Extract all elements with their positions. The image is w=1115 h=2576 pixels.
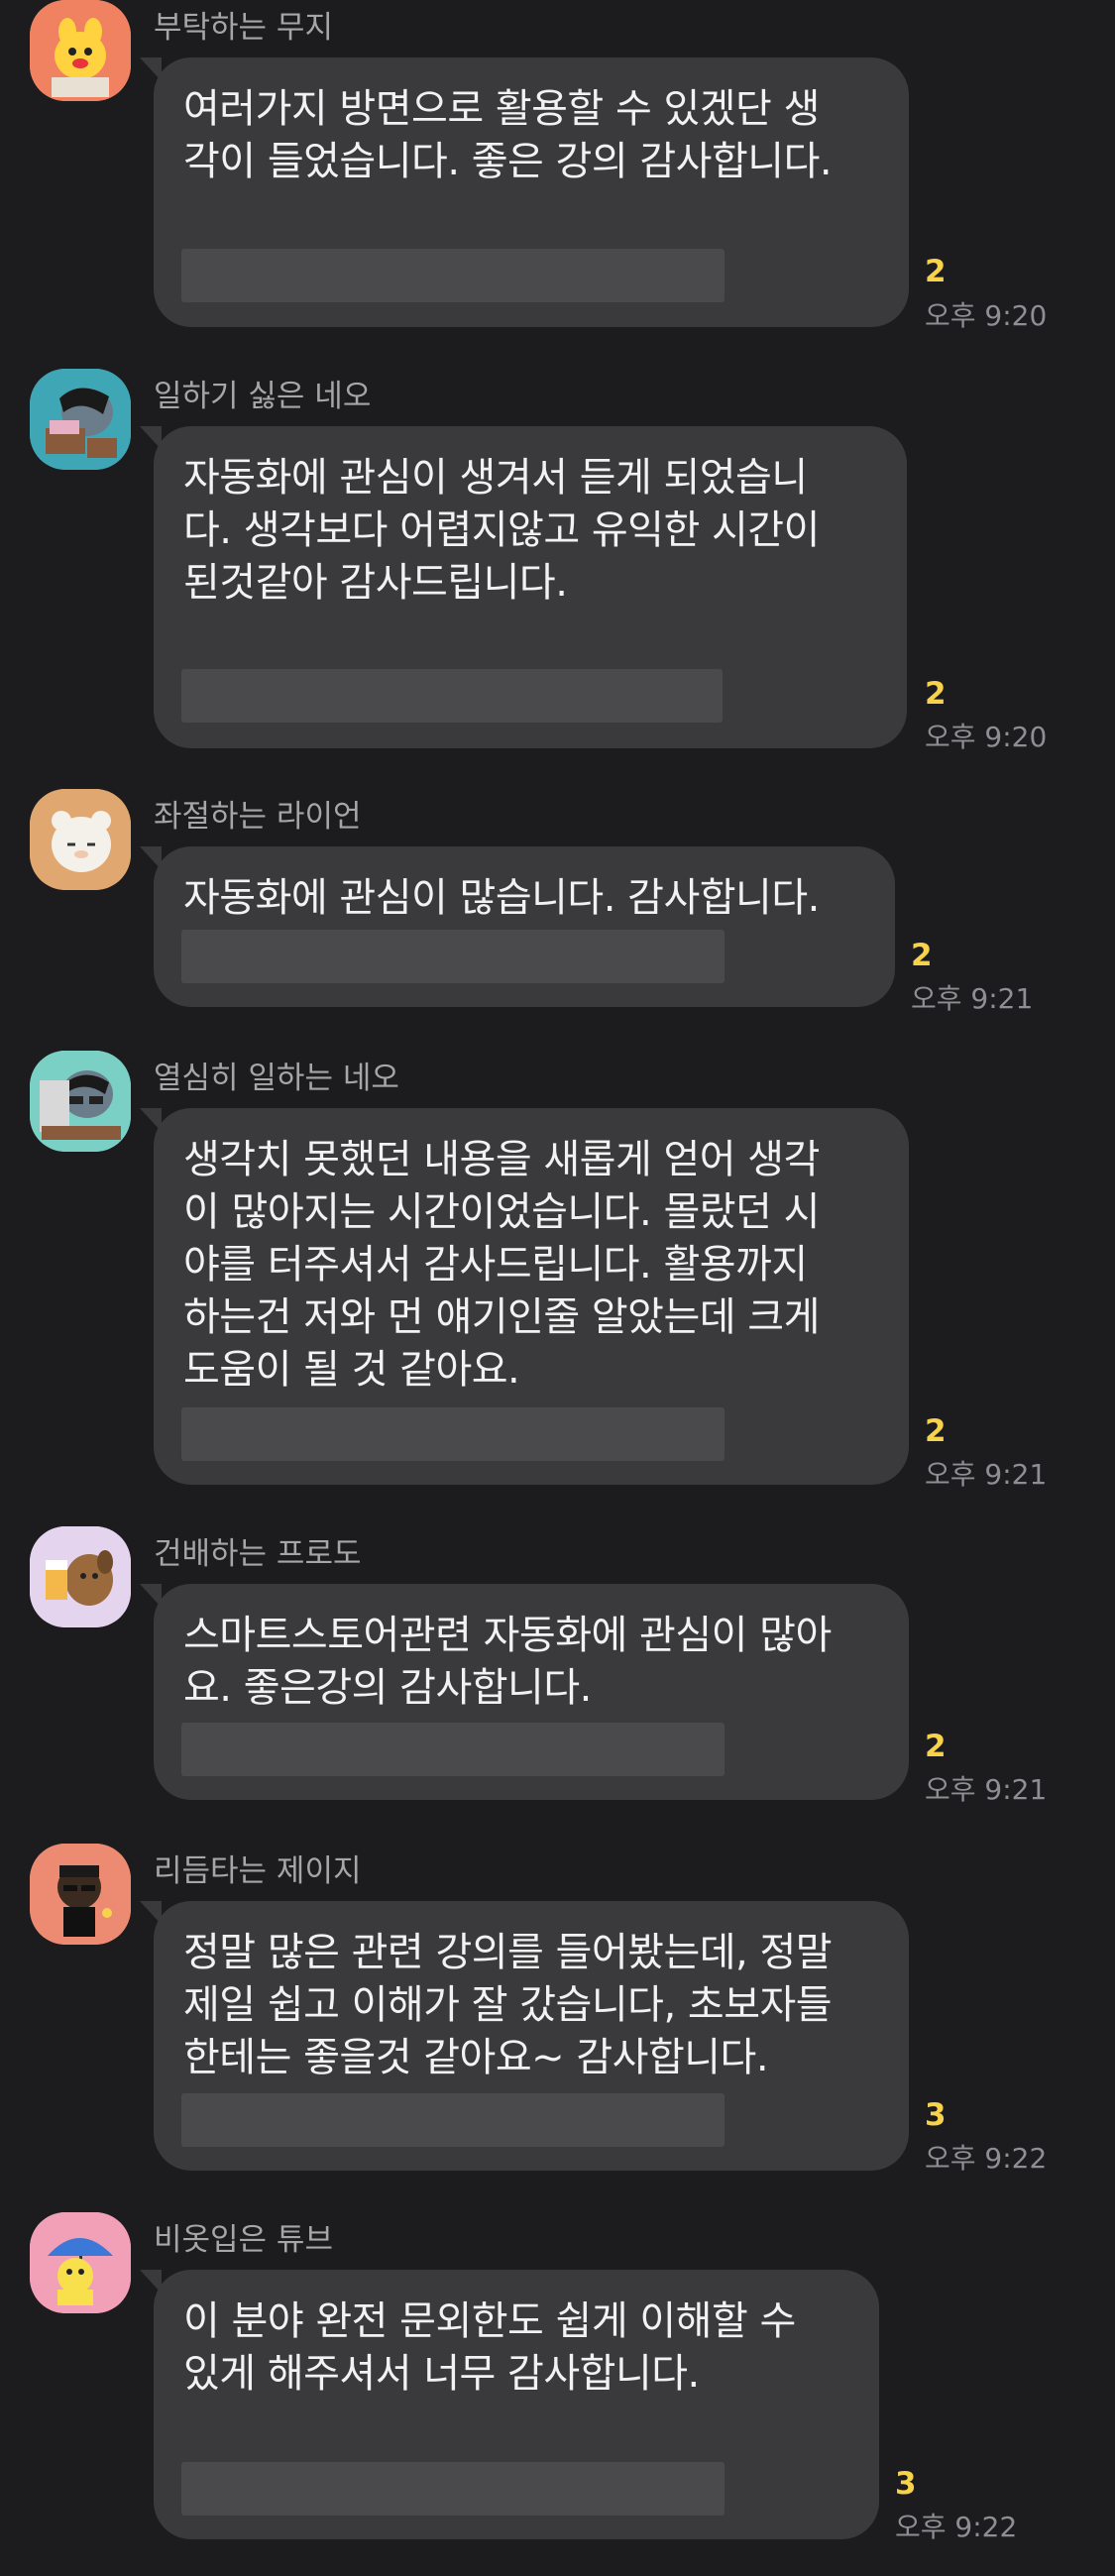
redacted-block [181, 1407, 725, 1461]
message-time: 오후 9:22 [895, 2511, 1018, 2543]
sender-name: 건배하는 프로도 [154, 1536, 362, 1572]
message-time: 오후 9:20 [925, 299, 1048, 332]
redacted-block [181, 2093, 725, 2147]
message-time: 오후 9:21 [911, 982, 1034, 1015]
redacted-block [181, 669, 723, 723]
bubble-tail [140, 426, 162, 450]
redacted-block [181, 1723, 725, 1776]
bubble-tail [140, 846, 162, 870]
message-bubble[interactable]: 정말 많은 관련 강의를 들어봤는데, 정말 제일 쉽고 이해가 잘 갔습니다,… [140, 1901, 909, 2171]
message-text: 자동화에 관심이 생겨서 듣게 되었습니 다. 생각보다 어렵지않고 유익한 시… [183, 455, 820, 606]
message-bubble[interactable]: 이 분야 완전 문외한도 쉽게 이해할 수 있게 해주셔서 너무 감사합니다. [140, 2270, 879, 2539]
sender-name: 비옷입은 튜브 [154, 2222, 333, 2258]
sender-name: 열심히 일하는 네오 [154, 1061, 399, 1096]
unread-count: 2 [925, 1729, 947, 1764]
jayg-rhythm-icon[interactable] [30, 1844, 131, 1945]
message-time: 오후 9:21 [925, 1458, 1048, 1491]
muzi-character-icon[interactable] [30, 0, 131, 101]
tube-raincoat-icon[interactable] [30, 2212, 131, 2313]
message-text: 생각치 못했던 내용을 새롭게 얻어 생각 이 많아지는 시간이었습니다. 몰랐… [183, 1137, 820, 1393]
unread-count: 2 [911, 938, 933, 973]
redacted-block [181, 249, 725, 302]
unread-count: 3 [925, 2097, 947, 2133]
unread-count: 2 [925, 254, 947, 289]
neo-hardworking-icon[interactable] [30, 1051, 131, 1152]
message-bubble[interactable]: 여러가지 방면으로 활용할 수 있겠단 생 각이 들었습니다. 좋은 강의 감사… [140, 57, 909, 327]
ryan-frustrated-icon[interactable] [30, 789, 131, 890]
message-text: 정말 많은 관련 강의를 들어봤는데, 정말 제일 쉽고 이해가 잘 갔습니다,… [183, 1930, 833, 2080]
neo-working-icon[interactable] [30, 369, 131, 470]
sender-name: 리듬타는 제이지 [154, 1853, 362, 1889]
message-bubble[interactable]: 자동화에 관심이 생겨서 듣게 되었습니 다. 생각보다 어렵지않고 유익한 시… [140, 426, 907, 748]
bubble-tail [140, 2270, 162, 2294]
sender-name: 좌절하는 라이언 [154, 799, 362, 835]
message-bubble[interactable]: 스마트스토어관련 자동화에 관심이 많아 요. 좋은강의 감사합니다. [140, 1584, 909, 1800]
message-text: 자동화에 관심이 많습니다. 감사합니다. [183, 875, 820, 921]
sender-name: 일하기 싫은 네오 [154, 379, 372, 414]
redacted-block [181, 2462, 725, 2516]
bubble-tail [140, 57, 162, 81]
message-bubble[interactable]: 자동화에 관심이 많습니다. 감사합니다. [140, 846, 895, 1007]
bubble-tail [140, 1901, 162, 1925]
sender-name: 부탁하는 무지 [154, 10, 333, 46]
message-text: 스마트스토어관련 자동화에 관심이 많아 요. 좋은강의 감사합니다. [183, 1613, 832, 1711]
message-bubble[interactable]: 생각치 못했던 내용을 새롭게 얻어 생각 이 많아지는 시간이었습니다. 몰랐… [140, 1108, 909, 1485]
unread-count: 2 [925, 676, 947, 712]
unread-count: 3 [895, 2466, 917, 2502]
redacted-block [181, 930, 725, 983]
frodo-cheers-icon[interactable] [30, 1526, 131, 1627]
message-time: 오후 9:22 [925, 2142, 1048, 2175]
message-text: 이 분야 완전 문외한도 쉽게 이해할 수 있게 해주셔서 너무 감사합니다. [183, 2298, 796, 2397]
message-time: 오후 9:21 [925, 1773, 1048, 1806]
message-time: 오후 9:20 [925, 721, 1048, 753]
bubble-tail [140, 1584, 162, 1608]
message-text: 여러가지 방면으로 활용할 수 있겠단 생 각이 들었습니다. 좋은 강의 감사… [183, 86, 833, 184]
bubble-tail [140, 1108, 162, 1132]
unread-count: 2 [925, 1413, 947, 1449]
